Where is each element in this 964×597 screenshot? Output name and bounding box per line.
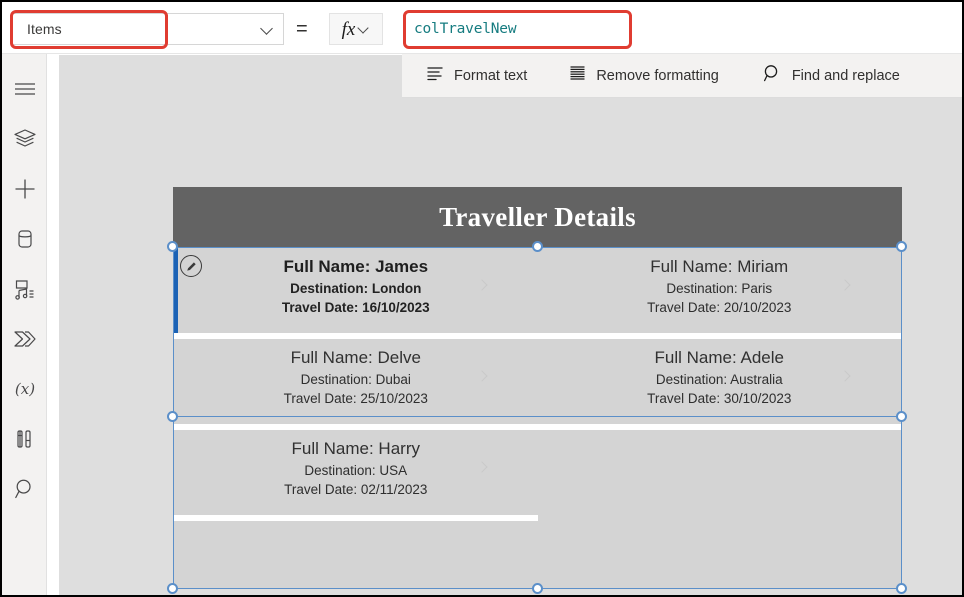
gallery-item-date: Travel Date: 30/10/2023 (647, 391, 792, 406)
resize-handle-top-right[interactable] (896, 241, 907, 252)
sidebar-item-variables[interactable]: (x) (2, 366, 47, 416)
gallery-item-destination: Destination: London (290, 281, 422, 296)
fx-button[interactable]: fx (329, 13, 383, 45)
chevron-right-icon[interactable] (478, 279, 488, 293)
gallery-item-date: Travel Date: 20/10/2023 (647, 300, 792, 315)
resize-handle-mid-right[interactable] (896, 411, 907, 422)
selection-divider (173, 416, 902, 417)
gallery-item[interactable]: Full Name: James Destination: London Tra… (174, 248, 538, 333)
gallery-item-destination: Destination: USA (304, 463, 408, 478)
sidebar-item-menu[interactable] (2, 66, 47, 116)
gallery-header-title: Traveller Details (439, 201, 636, 232)
sidebar-item-data[interactable] (2, 216, 47, 266)
fx-label: fx (341, 18, 356, 40)
property-dropdown-label: Items (27, 21, 62, 37)
resize-handle-bottom-left[interactable] (167, 583, 178, 594)
variables-x-icon: (x) (12, 378, 38, 405)
search-icon (14, 478, 36, 505)
sidebar-item-search[interactable] (2, 466, 47, 516)
gallery-item-destination: Destination: Paris (666, 281, 773, 296)
gallery-item-name: Full Name: James (283, 257, 429, 276)
selected-item-indicator (174, 248, 178, 333)
format-text-icon (426, 65, 444, 86)
chevron-right-icon[interactable] (478, 461, 488, 475)
svg-text:(x): (x) (14, 380, 34, 398)
chevron-down-icon (358, 23, 370, 35)
tree-view-icon (13, 128, 37, 155)
resize-handle-top-left[interactable] (167, 241, 178, 252)
remove-formatting-button[interactable]: Remove formatting (559, 54, 729, 98)
remove-formatting-icon (569, 65, 586, 86)
gallery-item-empty (538, 430, 902, 515)
gallery-row: Full Name: James Destination: London Tra… (174, 248, 901, 333)
power-automate-icon (13, 329, 37, 354)
separator-right (538, 515, 902, 521)
data-cylinder-icon (16, 228, 34, 255)
equals-sign: = (296, 18, 308, 40)
gallery-row-separator (174, 515, 901, 521)
power-apps-studio: Items = fx colTravelNew Format text Remo… (0, 0, 964, 597)
search-icon (763, 64, 782, 88)
insert-plus-icon (14, 178, 36, 205)
sidebar-item-power-automate[interactable] (2, 316, 47, 366)
gallery-item-destination: Destination: Dubai (300, 372, 411, 387)
gallery-rows: Full Name: James Destination: London Tra… (174, 248, 901, 521)
left-sidebar-rail: (x) (2, 54, 47, 595)
formula-bar: Items = fx colTravelNew (2, 2, 962, 54)
tools-icon (15, 428, 35, 455)
formula-toolbar-flyout: Format text Remove formatting Find and r… (402, 54, 962, 98)
chevron-right-icon[interactable] (478, 370, 488, 384)
rail-spacer (2, 54, 46, 66)
sidebar-item-insert[interactable] (2, 166, 47, 216)
gallery-item[interactable]: Full Name: Delve Destination: Dubai Trav… (174, 339, 538, 424)
gallery-control[interactable]: Full Name: James Destination: London Tra… (173, 247, 902, 589)
gallery-item-name: Full Name: Miriam (650, 257, 789, 276)
resize-handle-mid-left[interactable] (167, 411, 178, 422)
sidebar-item-media[interactable] (2, 266, 47, 316)
format-text-button[interactable]: Format text (416, 54, 537, 98)
property-dropdown[interactable]: Items (12, 13, 284, 45)
gallery-item[interactable]: Full Name: Miriam Destination: Paris Tra… (538, 248, 902, 333)
format-text-label: Format text (454, 67, 528, 84)
pencil-edit-icon[interactable] (180, 255, 202, 277)
sidebar-item-tree-view[interactable] (2, 116, 47, 166)
gallery-item-name: Full Name: Delve (290, 348, 421, 367)
media-icon (14, 278, 36, 305)
remove-formatting-label: Remove formatting (596, 67, 719, 84)
formula-text: colTravelNew (414, 21, 517, 37)
resize-handle-bottom-right[interactable] (896, 583, 907, 594)
resize-handle-bottom-center[interactable] (532, 583, 543, 594)
gallery-row: Full Name: Harry Destination: USA Travel… (174, 430, 901, 515)
sidebar-item-tools[interactable] (2, 416, 47, 466)
find-and-replace-button[interactable]: Find and replace (753, 54, 910, 98)
chevron-right-icon[interactable] (841, 370, 851, 384)
gallery-row: Full Name: Delve Destination: Dubai Trav… (174, 339, 901, 424)
find-and-replace-label: Find and replace (791, 67, 900, 84)
gallery-item-destination: Destination: Australia (655, 372, 783, 387)
gallery-item-date: Travel Date: 25/10/2023 (283, 391, 428, 406)
gallery-item-date: Travel Date: 02/11/2023 (284, 482, 428, 497)
gallery-item-name: Full Name: Harry (291, 439, 420, 458)
gallery-item-name: Full Name: Adele (654, 348, 784, 367)
gallery-item-date: Travel Date: 16/10/2023 (281, 300, 430, 315)
gallery-item[interactable]: Full Name: Adele Destination: Australia … (538, 339, 902, 424)
separator-left (174, 515, 538, 521)
resize-handle-top-center[interactable] (532, 241, 543, 252)
formula-input[interactable]: colTravelNew (402, 13, 962, 45)
gallery-item[interactable]: Full Name: Harry Destination: USA Travel… (174, 430, 538, 515)
hamburger-menu-icon (14, 81, 36, 102)
gallery-header-label[interactable]: Traveller Details (173, 187, 902, 247)
chevron-down-icon (261, 22, 275, 36)
chevron-right-icon[interactable] (841, 279, 851, 293)
